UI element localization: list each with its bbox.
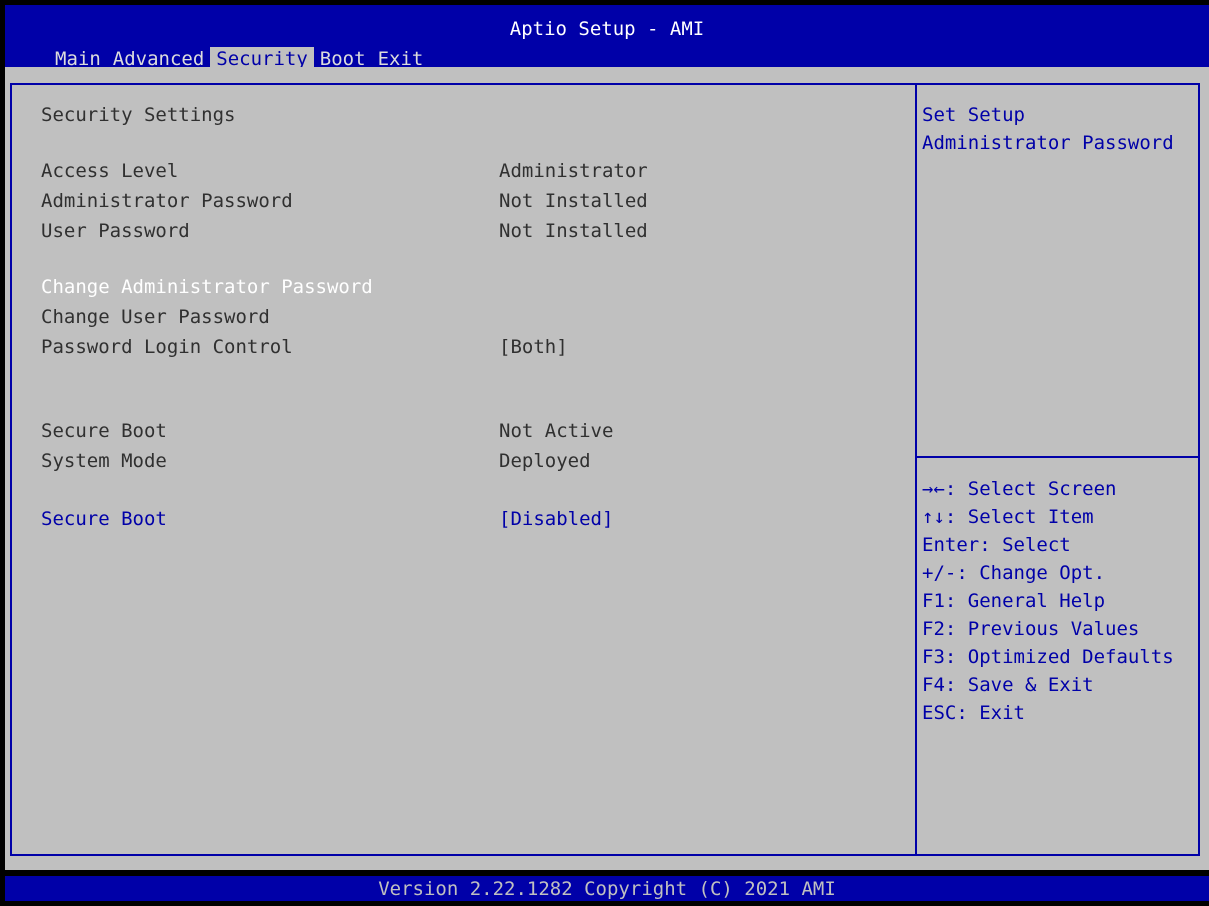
- user-password-row: User Password Not Installed: [5, 219, 905, 243]
- key-change-opt: +/-: Change Opt.: [922, 562, 1106, 584]
- access-level-value: Administrator: [499, 160, 648, 182]
- key-select-item: ↑↓: Select Item: [922, 506, 1094, 528]
- help-divider-horizontal: [917, 456, 1200, 458]
- admin-password-row: Administrator Password Not Installed: [5, 189, 905, 213]
- main-panel: Security Settings Access Level Administr…: [5, 67, 1209, 870]
- section-title-row: Security Settings: [5, 103, 905, 127]
- help-divider-vertical: [915, 83, 917, 856]
- key-f1: F1: General Help: [922, 590, 1106, 612]
- access-level-label: Access Level: [41, 160, 179, 182]
- app-title: Aptio Setup - AMI: [509, 18, 705, 40]
- secure-boot-status-value: Not Active: [499, 420, 614, 442]
- footer-bar: Version 2.22.1282 Copyright (C) 2021 AMI: [5, 876, 1209, 901]
- help-text-line1: Set Setup: [922, 104, 1025, 126]
- version-text: Version 2.22.1282 Copyright (C) 2021 AMI: [378, 878, 836, 900]
- password-login-control-item[interactable]: Password Login Control [Both]: [5, 335, 905, 359]
- secure-boot-status-label: Secure Boot: [41, 420, 167, 442]
- change-user-password-item[interactable]: Change User Password: [5, 305, 905, 329]
- key-f4: F4: Save & Exit: [922, 674, 1094, 696]
- key-legend: →←: Select Screen ↑↓: Select Item Enter:…: [922, 475, 1174, 727]
- help-text-line2: Administrator Password: [922, 132, 1174, 154]
- password-login-control-value[interactable]: [Both]: [499, 335, 568, 359]
- section-title: Security Settings: [41, 104, 236, 126]
- admin-password-label: Administrator Password: [41, 190, 293, 212]
- user-password-value: Not Installed: [499, 220, 648, 242]
- change-admin-password-item[interactable]: Change Administrator Password: [5, 275, 905, 299]
- secure-boot-item[interactable]: Secure Boot [Disabled]: [5, 507, 905, 531]
- access-level-row: Access Level Administrator: [5, 159, 905, 183]
- key-enter: Enter: Select: [922, 534, 1071, 556]
- change-admin-password-label: Change Administrator Password: [41, 276, 373, 298]
- user-password-label: User Password: [41, 220, 190, 242]
- secure-boot-value[interactable]: [Disabled]: [499, 507, 613, 531]
- system-mode-value: Deployed: [499, 450, 591, 472]
- secure-boot-status-row: Secure Boot Not Active: [5, 419, 905, 443]
- system-mode-label: System Mode: [41, 450, 167, 472]
- title-bar: Aptio Setup - AMI Main Advanced Security…: [5, 5, 1209, 71]
- key-f3: F3: Optimized Defaults: [922, 646, 1174, 668]
- admin-password-value: Not Installed: [499, 190, 648, 212]
- key-select-screen: →←: Select Screen: [922, 478, 1117, 500]
- secure-boot-label: Secure Boot: [41, 508, 167, 530]
- change-user-password-label: Change User Password: [41, 306, 270, 328]
- system-mode-row: System Mode Deployed: [5, 449, 905, 473]
- key-esc: ESC: Exit: [922, 702, 1025, 724]
- key-f2: F2: Previous Values: [922, 618, 1140, 640]
- password-login-control-label: Password Login Control: [41, 336, 293, 358]
